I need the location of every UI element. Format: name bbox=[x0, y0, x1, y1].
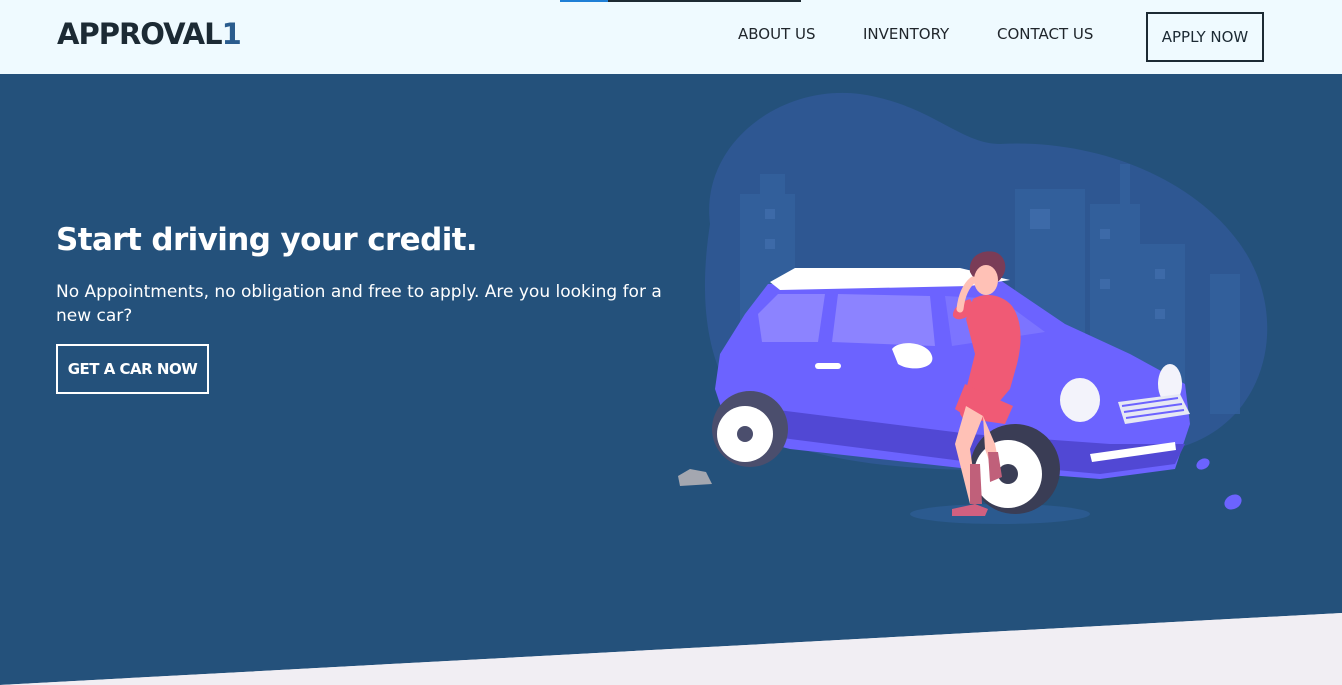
scroll-progress-fill bbox=[560, 0, 609, 2]
get-a-car-now-label: GET A CAR NOW bbox=[67, 360, 198, 378]
scroll-progress-bar bbox=[560, 0, 801, 2]
site-logo[interactable]: APPROVAL1 bbox=[57, 17, 242, 51]
hero-subtitle: No Appointments, no obligation and free … bbox=[56, 282, 662, 326]
nav-link-contact-us[interactable]: CONTACT US bbox=[997, 24, 1093, 44]
nav-link-about-us[interactable]: ABOUT US bbox=[738, 24, 816, 44]
logo-accent: 1 bbox=[221, 17, 242, 51]
woman-leaning-on-car-illustration bbox=[678, 92, 1268, 524]
hero-title: Start driving your credit. bbox=[56, 222, 478, 258]
apply-now-button[interactable]: APPLY NOW bbox=[1146, 12, 1264, 62]
get-a-car-now-button[interactable]: GET A CAR NOW bbox=[56, 344, 209, 394]
nav-link-inventory[interactable]: INVENTORY bbox=[863, 24, 949, 44]
hero-section: Start driving your credit. No Appointmen… bbox=[0, 74, 1342, 685]
apply-now-label: APPLY NOW bbox=[1161, 28, 1249, 46]
top-navbar: APPROVAL1 ABOUT US INVENTORY CONTACT US … bbox=[0, 0, 1342, 74]
logo-text: APPROVAL bbox=[57, 17, 223, 51]
